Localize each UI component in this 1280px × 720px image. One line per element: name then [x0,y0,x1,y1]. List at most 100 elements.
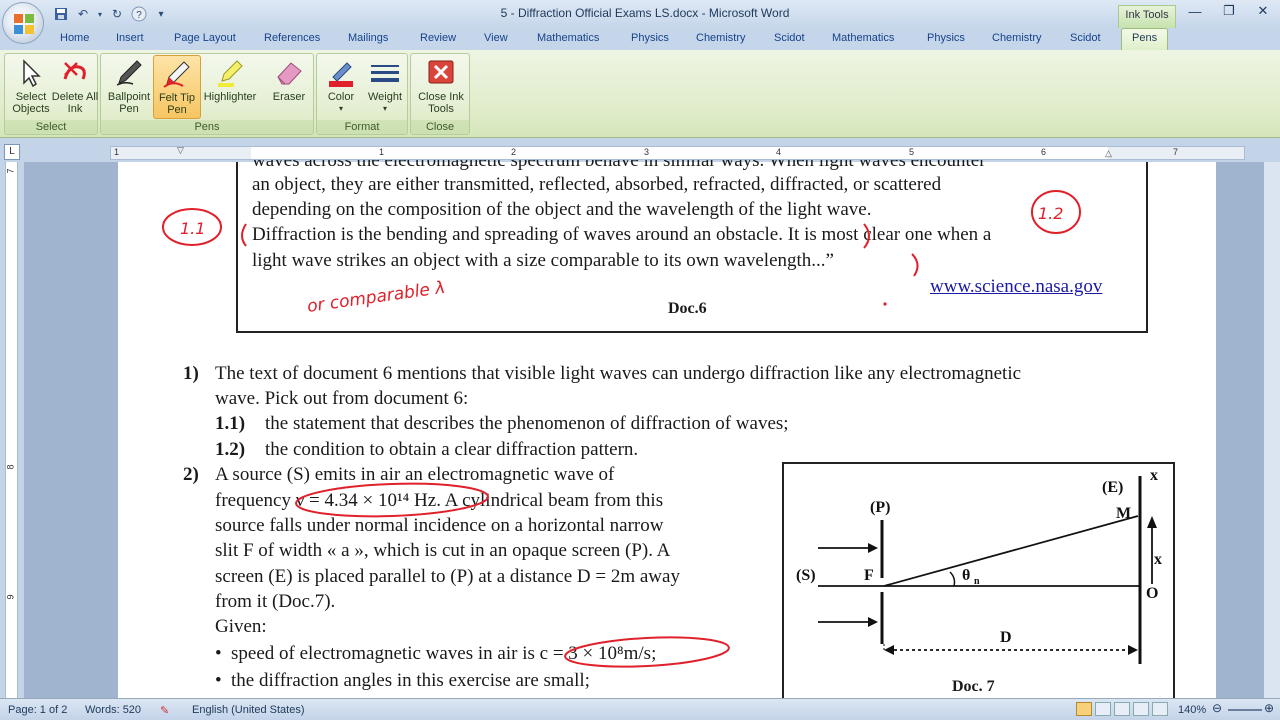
window-title: 5 - Diffraction Official Exams LS.docx -… [500,6,790,20]
question-text: Given: [215,616,267,637]
select-group-label: Select [5,120,97,134]
label-theta: θ [962,567,970,584]
doc7-figure: (P) (S) F (E) M O x x D θ n Doc. 7 [782,462,1175,702]
color-pen-icon [329,62,353,87]
outline-icon[interactable] [1133,702,1149,716]
question-text: from it (Doc.7). [215,591,336,612]
tab-scidot[interactable]: Scidot [774,32,805,44]
full-screen-icon[interactable] [1095,702,1111,716]
proofing-icon[interactable]: ✎ [160,704,169,717]
close-ink-tools-button[interactable]: Close Ink Tools [415,55,467,119]
page-count[interactable]: Page: 1 of 2 [8,704,67,716]
close-group-label: Close [411,120,469,134]
format-group-label: Format [317,120,407,134]
pens-group-label: Pens [101,120,313,134]
delete-ink-icon [63,62,86,80]
delete-all-ink-button[interactable]: Delete All Ink [51,55,99,119]
tab-page-layout[interactable]: Page Layout [174,32,236,44]
eraser-button[interactable]: Eraser [265,55,313,119]
bullet-item: speed of electromagnetic waves in air is… [231,643,657,664]
ballpoint-pen-button[interactable]: Ballpoint Pen [105,55,153,119]
maximize-icon[interactable]: ❐ [1212,0,1246,22]
subquestion-number: 1.1) [215,413,246,434]
source-link[interactable]: www.science.nasa.gov [930,276,1102,298]
zoom-in-icon[interactable]: ⊕ [1264,701,1274,715]
tab-chemistry[interactable]: Chemistry [696,32,746,44]
tab-mathematics[interactable]: Mathematics [537,32,599,44]
tab-mailings[interactable]: Mailings [348,32,388,44]
draft-icon[interactable] [1152,702,1168,716]
question-text: source falls under normal incidence on a… [215,515,664,536]
tab-pens[interactable]: Pens [1121,28,1169,50]
tab-physics-2[interactable]: Physics [927,32,965,44]
ribbon-tabs: Home Insert Page Layout References Maili… [0,28,1280,50]
highlighter-icon [218,60,243,87]
arrow-right-icon [1128,645,1138,655]
zoom-level[interactable]: 140% [1178,704,1206,716]
indent-marker-icon[interactable]: ▽ [177,145,184,156]
minimize-icon[interactable]: — [1178,0,1212,22]
ribbon: Select Objects Delete All Ink Select Bal… [0,50,1280,138]
cursor-arrow-icon [23,59,41,88]
horizontal-ruler[interactable]: 1 1 2 3 4 5 6 7 ▽ △ [110,145,1245,160]
tab-chemistry-2[interactable]: Chemistry [992,32,1042,44]
tab-view[interactable]: View [484,32,508,44]
ballpoint-pen-icon [116,60,142,86]
subquestion-text: the condition to obtain a clear diffract… [265,439,639,460]
quote-line: an object, they are either transmitted, … [252,174,942,195]
diffraction-diagram: (P) (S) F (E) M O x x D θ n [796,467,1162,664]
highlighter-button[interactable]: Highlighter [201,55,259,119]
label-d: D [1000,629,1012,646]
vruler-mark: 8 [5,464,16,470]
tab-references[interactable]: References [264,32,320,44]
angle-arc [949,571,956,587]
vertical-ruler[interactable]: 7 8 9 10 [0,162,24,698]
color-button[interactable]: Color ▾ [317,55,365,119]
felt-tip-pen-icon [163,61,190,88]
ruler-mark: 6 [1041,147,1047,157]
web-layout-icon[interactable] [1114,702,1130,716]
tab-home[interactable]: Home [60,32,89,44]
office-logo-icon [14,14,34,34]
question-text: frequency ν = 4.34 × 10¹⁴ Hz. A cylindri… [215,490,664,511]
subquestion-text: the statement that describes the phenome… [265,413,789,434]
question-text: slit F of width « a », which is cut in a… [215,540,671,561]
felt-tip-pen-button[interactable]: Felt Tip Pen [153,55,201,119]
language-indicator[interactable]: English (United States) [192,704,305,716]
bullet-item: the diffraction angles in this exercise … [231,670,590,691]
label-e: (E) [1102,479,1123,496]
pens-group: Ballpoint Pen Felt Tip Pen Highlighter E… [100,53,314,135]
zoom-slider[interactable] [1228,709,1262,711]
tab-review[interactable]: Review [420,32,456,44]
vruler-mark: 7 [5,168,16,174]
tab-mathematics-2[interactable]: Mathematics [832,32,894,44]
label-o: O [1146,585,1158,602]
subquestion-number: 1.2) [215,439,246,460]
weight-button[interactable]: Weight ▾ [361,55,409,119]
title-bar: ↶ ▾ ↻ ? ▾ 5 - Diffraction Official Exams… [0,0,1280,28]
print-layout-icon[interactable] [1076,702,1092,716]
tab-insert[interactable]: Insert [116,32,144,44]
zoom-out-icon[interactable]: ⊖ [1212,701,1222,715]
vertical-scrollbar[interactable] [1264,162,1280,698]
ruler-mark: 3 [644,147,650,157]
select-objects-button[interactable]: Select Objects [7,55,55,119]
tab-selector[interactable]: L [4,144,20,160]
right-indent-marker-icon[interactable]: △ [1105,148,1112,159]
close-icon[interactable]: ✕ [1246,0,1280,22]
close-ink-icon [428,60,454,84]
office-button[interactable] [2,2,44,44]
close-group: Close Ink Tools Close [410,53,470,135]
weight-dropdown-icon[interactable]: ▾ [361,103,409,115]
bullet-symbol: • [215,643,222,664]
tab-scidot-2[interactable]: Scidot [1070,32,1101,44]
eraser-label: Eraser [272,91,306,103]
select-objects-label: Select Objects [12,91,50,115]
ink-tools-context-tab: Ink Tools [1118,5,1176,28]
word-count[interactable]: Words: 520 [85,704,141,716]
window-controls: — ❐ ✕ [1178,0,1280,22]
eraser-icon [277,62,302,85]
tab-physics[interactable]: Physics [631,32,669,44]
color-dropdown-icon[interactable]: ▾ [317,103,365,115]
felt-tip-pen-label: Felt Tip Pen [158,92,196,116]
